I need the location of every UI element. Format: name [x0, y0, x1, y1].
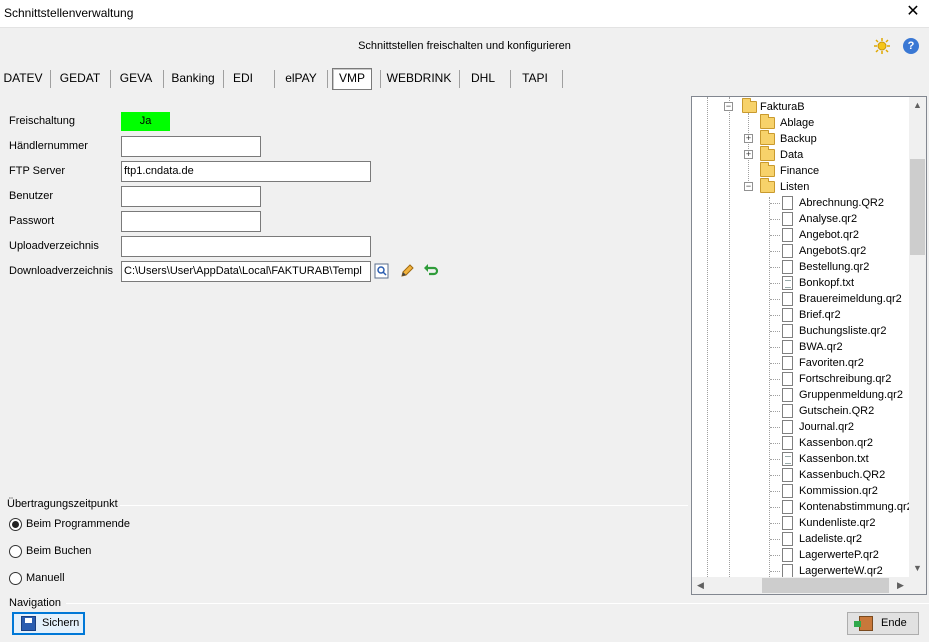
reset-arrow-icon[interactable]	[423, 263, 439, 279]
scroll-right-icon[interactable]: ▶	[892, 577, 909, 594]
scroll-left-icon[interactable]: ◀	[692, 577, 709, 594]
tree-content: − FakturaB Ablage + Backup + Data Financ…	[692, 97, 909, 577]
benutzer-label: Benutzer	[9, 190, 54, 202]
browse-folder-icon[interactable]	[374, 263, 390, 279]
freischaltung-label: Freischaltung	[9, 115, 76, 127]
scroll-up-icon[interactable]: ▲	[909, 97, 926, 114]
edit-pencil-icon[interactable]	[399, 263, 415, 279]
window-title: Schnittstellenverwaltung	[4, 6, 134, 20]
radio-beim-programmende[interactable]	[9, 518, 22, 531]
tab-edi[interactable]: EDI	[227, 68, 259, 90]
exit-door-icon	[854, 616, 873, 631]
transfer-group-divider	[120, 505, 688, 506]
navigation-group-label: Navigation	[9, 597, 61, 609]
ftp-server-input[interactable]: ftp1.cndata.de	[121, 161, 371, 182]
downloadverzeichnis-input[interactable]: C:\Users\User\AppData\Local\FAKTURAB\Tem…	[121, 261, 371, 282]
scroll-down-icon[interactable]: ▼	[909, 560, 926, 577]
tree-horizontal-scrollbar[interactable]: ◀ ▶	[692, 577, 909, 594]
radio-manuell[interactable]	[9, 572, 22, 585]
tab-webdrink[interactable]: WEBDRINK	[384, 68, 454, 90]
tab-geva[interactable]: GEVA	[114, 68, 158, 90]
benutzer-input[interactable]	[121, 186, 261, 207]
horizontal-scroll-thumb[interactable]	[762, 578, 889, 593]
directory-tree[interactable]: − FakturaB Ablage + Backup + Data Financ…	[691, 96, 927, 595]
help-icon[interactable]: ?	[903, 38, 919, 54]
passwort-label: Passwort	[9, 215, 55, 227]
settings-sun-icon[interactable]	[874, 38, 890, 54]
haendlernummer-label: Händlernummer	[9, 140, 88, 152]
end-button[interactable]: Ende	[847, 612, 919, 635]
navigation-group-divider	[66, 603, 929, 604]
tab-banking[interactable]: Banking	[167, 68, 219, 90]
tab-datev[interactable]: DATEV	[0, 68, 46, 90]
end-button-label: Ende	[881, 617, 907, 629]
save-button-label: Sichern	[42, 617, 80, 629]
uploadverzeichnis-input[interactable]	[121, 236, 371, 257]
radio-label-beim-buchen[interactable]: Beim Buchen	[26, 545, 91, 557]
close-icon[interactable]: ✕	[897, 0, 929, 26]
tab-tapi[interactable]: TAPI	[514, 68, 556, 90]
freischaltung-toggle[interactable]: Ja	[121, 112, 170, 131]
save-disk-icon	[21, 616, 36, 631]
ftp-server-label: FTP Server	[9, 165, 66, 177]
save-button[interactable]: Sichern	[12, 612, 85, 635]
radio-label-manuell[interactable]: Manuell	[26, 572, 65, 584]
scrollbar-corner	[909, 577, 926, 594]
radio-label-beim-programmende[interactable]: Beim Programmende	[26, 518, 130, 530]
tab-gedat[interactable]: GEDAT	[54, 68, 106, 90]
passwort-input[interactable]	[121, 211, 261, 232]
vertical-scroll-thumb[interactable]	[910, 159, 925, 255]
tab-dhl[interactable]: DHL	[463, 68, 503, 90]
uploadverzeichnis-label: Uploadverzeichnis	[9, 240, 99, 252]
tree-vertical-scrollbar[interactable]: ▲ ▼	[909, 97, 926, 577]
transfer-group-label: Übertragungszeitpunkt	[7, 498, 118, 510]
page-subtitle: Schnittstellen freischalten und konfigur…	[358, 40, 571, 52]
title-bar: Schnittstellenverwaltung ✕	[0, 0, 929, 28]
radio-beim-buchen[interactable]	[9, 545, 22, 558]
tab-elpay[interactable]: elPAY	[280, 68, 322, 90]
tab-vmp[interactable]: VMP	[332, 68, 372, 90]
downloadverzeichnis-label: Downloadverzeichnis	[9, 265, 113, 277]
haendlernummer-input[interactable]	[121, 136, 261, 157]
